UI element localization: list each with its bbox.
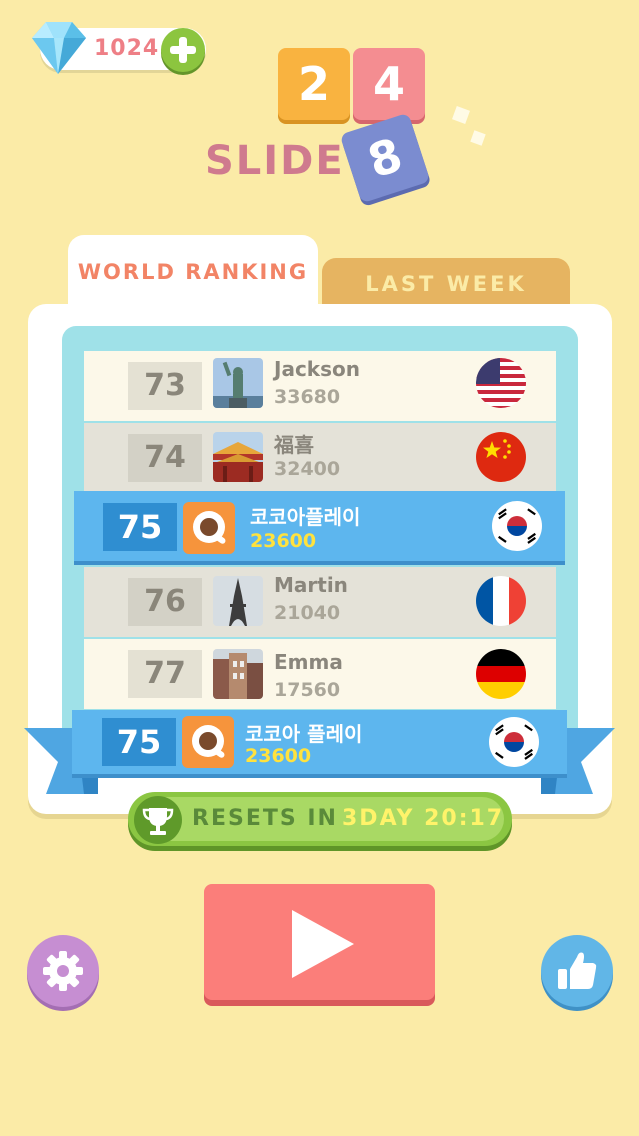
player-score: 17560 <box>274 679 341 701</box>
player-name: 福喜 <box>274 433 314 457</box>
rank-number: 76 <box>128 578 202 626</box>
thumbs-up-icon <box>558 952 597 989</box>
player-name: 코코아 플레이 <box>245 722 363 746</box>
player-score: 23600 <box>245 745 312 767</box>
cocoaplay-logo-icon <box>183 502 235 554</box>
player-score: 23600 <box>250 530 317 552</box>
rank-number: 75 <box>103 503 177 551</box>
player-avatar <box>213 358 263 408</box>
my-ranking-row: 75 코코아플레이 23600 <box>74 491 565 561</box>
resets-label: RESETS IN <box>192 806 338 831</box>
tab-last-week-label[interactable]: LAST WEEK <box>322 272 570 296</box>
rank-number: 77 <box>128 650 202 698</box>
france-flag-icon <box>476 576 526 626</box>
my-rank-banner: 75 코코아 플레이 23600 <box>72 710 567 774</box>
logo-tile-8: 8 <box>339 112 431 204</box>
player-score: 32400 <box>274 458 341 480</box>
player-score: 33680 <box>274 386 341 408</box>
settings-button[interactable] <box>27 935 99 1007</box>
play-icon <box>292 910 354 978</box>
trophy-icon <box>134 796 182 844</box>
korea-flag-icon <box>492 501 542 551</box>
player-score: 21040 <box>274 602 341 624</box>
rank-number: 74 <box>128 434 202 482</box>
tab-world-ranking-label[interactable]: WORLD RANKING <box>68 260 318 284</box>
player-name: Martin <box>274 573 348 597</box>
player-avatar <box>213 576 263 626</box>
gear-icon <box>43 951 83 991</box>
resets-time: 3DAY 20:17 <box>342 806 505 831</box>
like-button[interactable] <box>541 935 613 1007</box>
germany-flag-icon <box>476 649 526 699</box>
rank-number: 73 <box>128 362 202 410</box>
ranking-row: 74 福喜 32400 <box>84 423 556 493</box>
ranking-row: 77 Emma 17560 <box>84 639 556 709</box>
korea-flag-icon <box>489 717 539 767</box>
ranking-row: 73 Jackson 33680 <box>84 351 556 421</box>
gem-count: 1024 <box>94 36 160 61</box>
player-name: Jackson <box>274 357 360 381</box>
cocoaplay-logo-icon <box>182 716 234 768</box>
player-avatar <box>213 649 263 699</box>
sparkle <box>452 106 470 124</box>
diamond-icon <box>32 22 86 74</box>
add-gems-button[interactable] <box>161 28 205 72</box>
player-name: Emma <box>274 650 343 674</box>
player-name: 코코아플레이 <box>250 505 361 529</box>
logo-word: SLIDE <box>205 138 345 184</box>
player-avatar <box>213 432 263 482</box>
sparkle <box>470 130 486 146</box>
play-button[interactable] <box>204 884 435 1000</box>
logo-tile-2: 2 <box>278 48 350 120</box>
china-flag-icon <box>476 432 526 482</box>
usa-flag-icon <box>476 358 526 408</box>
ranking-row: 76 Martin 21040 <box>84 567 556 637</box>
logo-tile-4: 4 <box>353 48 425 120</box>
rank-number: 75 <box>102 718 176 766</box>
plus-icon <box>170 37 196 63</box>
